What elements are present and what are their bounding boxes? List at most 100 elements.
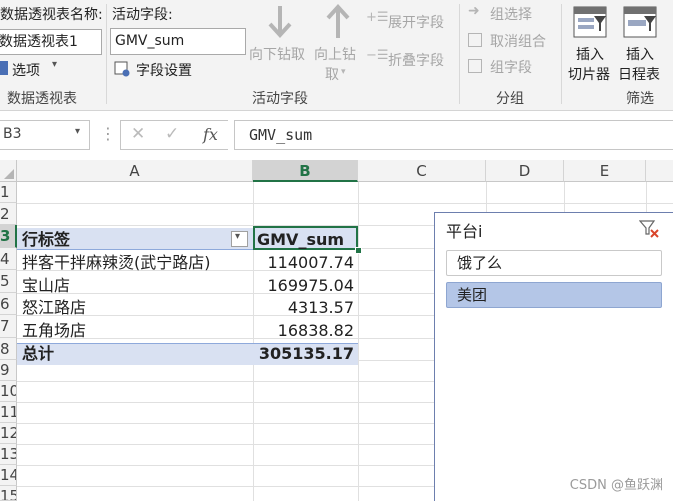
row-header[interactable]: 15 <box>0 486 17 501</box>
insert-slicer-label-line2: 切片器 <box>568 67 610 83</box>
insert-slicer-label: 插入 <box>576 47 604 63</box>
timeline-icon <box>623 6 657 38</box>
total-label[interactable]: 总计 <box>22 343 54 365</box>
group-divider <box>106 4 107 104</box>
pivot-group-label: 数据透视表 <box>7 91 77 107</box>
name-box-value: B3 <box>3 126 22 142</box>
chevron-down-icon: ▾ <box>52 59 58 70</box>
ungroup-icon <box>468 33 482 47</box>
row-labels-header[interactable]: 行标签 <box>22 229 70 251</box>
cancel-icon[interactable]: ✕ <box>131 124 145 144</box>
arrow-right-icon: ➜ <box>468 3 480 19</box>
arrow-up-icon <box>326 4 350 38</box>
row-value[interactable]: 16838.82 <box>253 320 354 342</box>
group-field-icon <box>468 59 482 73</box>
formula-bar: B3 ▾ ⋮ ✕ ✓ fx GMV_sum <box>0 118 673 156</box>
slicer-item-meituan[interactable]: 美团 <box>446 282 662 308</box>
row-header[interactable]: 11 <box>0 402 17 423</box>
column-header-f[interactable] <box>646 160 673 182</box>
chevron-down-icon: ▾ <box>235 231 241 242</box>
row-header[interactable]: 4 <box>0 248 17 270</box>
chevron-down-icon: ▾ <box>75 126 81 137</box>
drill-down-label: 向下钻取 <box>249 47 305 63</box>
name-box[interactable]: B3 ▾ <box>0 120 90 150</box>
expand-icon: +☰ <box>366 10 389 25</box>
value-header: GMV_sum <box>257 230 345 249</box>
insert-timeline-label: 插入 <box>626 47 654 63</box>
row-header[interactable]: 3 <box>0 225 17 248</box>
row-header[interactable]: 7 <box>0 315 17 338</box>
column-header-c[interactable]: C <box>358 160 486 182</box>
insert-timeline-label-line2: 日程表 <box>618 67 660 83</box>
fill-handle[interactable] <box>355 247 362 254</box>
slicer-item-eleme[interactable]: 饿了么 <box>446 250 662 276</box>
row-header[interactable]: 2 <box>0 203 17 225</box>
drill-down-button[interactable]: 向下钻取 <box>248 4 312 64</box>
ungroup-label: 取消组合 <box>490 34 546 50</box>
row-header[interactable]: 13 <box>0 444 17 465</box>
more-icon: ⋮ <box>100 124 116 143</box>
collapse-icon: −☰ <box>366 48 389 63</box>
active-field-label: 活动字段: <box>112 7 173 23</box>
group-group-label: 分组 <box>496 91 524 107</box>
ribbon: 数据透视表名称: 数据透视表1 选项 ▾ 数据透视表 活动字段: GMV_sum… <box>0 0 673 111</box>
options-label: 选项 <box>12 63 40 79</box>
filter-group-label: 筛选 <box>626 91 654 107</box>
row-header[interactable]: 9 <box>0 360 17 381</box>
column-header-b[interactable]: B <box>253 160 358 182</box>
group-divider <box>459 4 460 104</box>
gridline <box>358 182 359 501</box>
gridline <box>17 203 673 204</box>
formula-value: GMV_sum <box>249 126 313 144</box>
active-field-input[interactable]: GMV_sum <box>110 28 246 55</box>
group-selection-label: 组选择 <box>490 7 532 23</box>
row-label[interactable]: 五角场店 <box>22 320 86 342</box>
field-settings-label: 字段设置 <box>136 63 192 79</box>
row-label[interactable]: 拌客干拌麻辣烫(武宁路店) <box>22 252 211 274</box>
select-all-corner[interactable] <box>0 160 17 182</box>
insert-function-icon[interactable]: fx <box>203 125 218 144</box>
row-header[interactable]: 1 <box>0 182 17 203</box>
column-header-a[interactable]: A <box>17 160 253 182</box>
drill-up-button[interactable]: 向上钻 取 ▾ <box>312 4 364 83</box>
row-header[interactable]: 14 <box>0 465 17 486</box>
row-header[interactable]: 8 <box>0 338 17 360</box>
row-value[interactable]: 114007.74 <box>253 252 354 274</box>
column-header-d[interactable]: D <box>486 160 564 182</box>
slicer-icon <box>573 6 607 38</box>
row-value[interactable]: 4313.57 <box>253 297 354 319</box>
row-header[interactable]: 12 <box>0 423 17 444</box>
drill-up-label: 向上钻 <box>314 47 356 63</box>
total-value[interactable]: 305135.17 <box>253 343 354 365</box>
row-value[interactable]: 169975.04 <box>253 275 354 297</box>
watermark: CSDN @鱼跃渊 <box>569 478 663 493</box>
group-field-label: 组字段 <box>490 60 532 76</box>
row-header[interactable]: 6 <box>0 293 17 315</box>
group-divider <box>561 4 562 104</box>
formula-actions: ✕ ✓ fx <box>120 120 228 150</box>
formula-input[interactable]: GMV_sum <box>234 120 673 150</box>
insert-slicer-button[interactable]: 插入 切片器 <box>566 4 616 84</box>
arrow-down-icon <box>268 6 292 38</box>
expand-field-label: 展开字段 <box>388 15 444 31</box>
options-icon <box>0 61 8 75</box>
row-header[interactable]: 5 <box>0 270 17 293</box>
active-field-group-label: 活动字段 <box>252 91 308 107</box>
row-header[interactable]: 10 <box>0 381 17 402</box>
slicer-title: 平台i <box>446 222 483 241</box>
corner-triangle-icon <box>4 169 14 179</box>
insert-timeline-button[interactable]: 插入 日程表 <box>616 4 668 84</box>
row-label[interactable]: 怒江路店 <box>22 297 86 319</box>
confirm-icon[interactable]: ✓ <box>165 124 179 144</box>
column-header-e[interactable]: E <box>564 160 646 182</box>
pivot-name-label: 数据透视表名称: <box>0 7 103 23</box>
drill-up-label-line2: 取 <box>325 67 339 83</box>
row-label[interactable]: 宝山店 <box>22 275 70 297</box>
clear-filter-icon[interactable] <box>639 219 661 239</box>
slicer-panel[interactable]: 平台i 饿了么 美团 <box>434 212 673 501</box>
collapse-field-label: 折叠字段 <box>388 53 444 69</box>
row-labels-filter-button[interactable]: ▾ <box>231 231 248 247</box>
field-settings-icon <box>114 61 130 77</box>
pivot-name-input[interactable]: 数据透视表1 <box>0 29 102 55</box>
chevron-down-icon: ▾ <box>341 67 346 77</box>
